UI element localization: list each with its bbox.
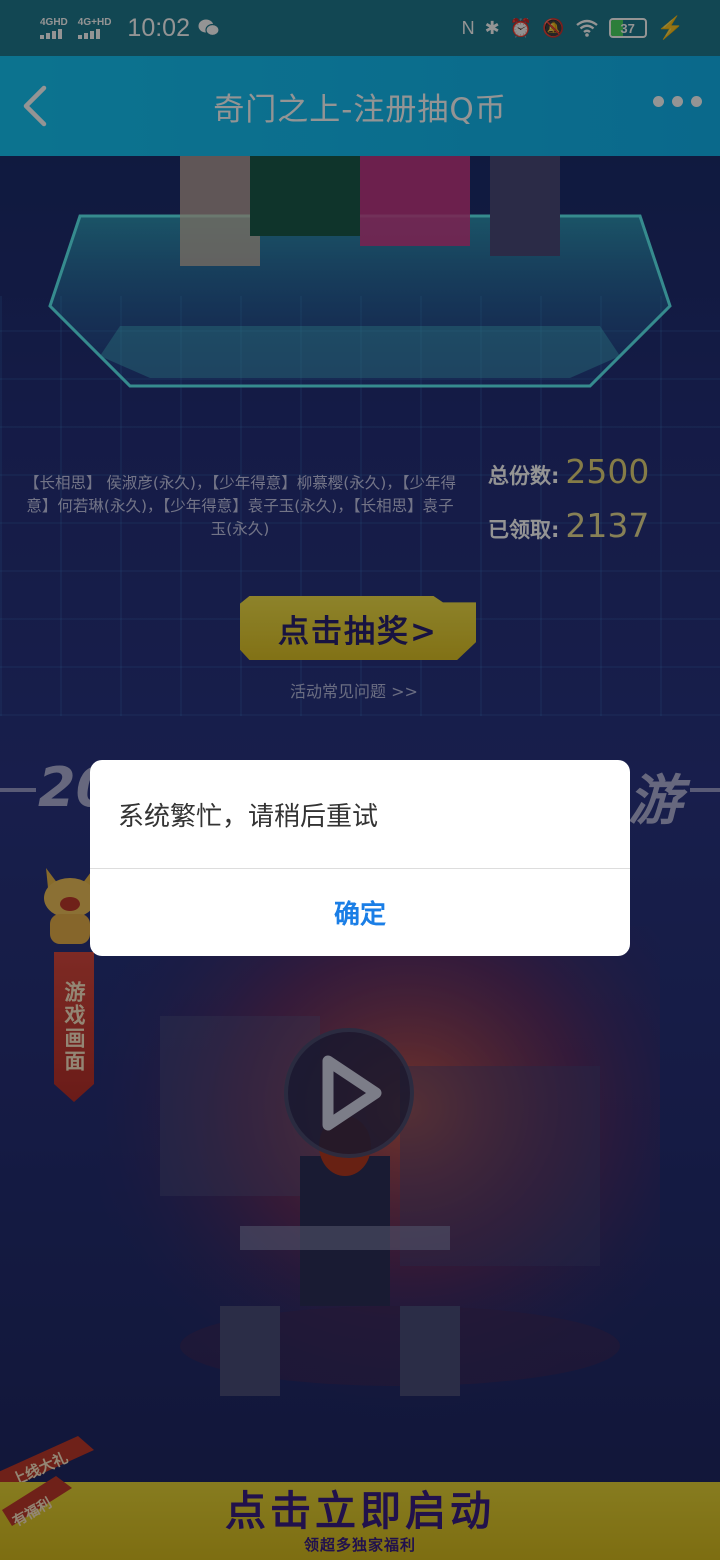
dialog-ok-button[interactable]: 确定 bbox=[90, 869, 630, 956]
alert-dialog: 系统繁忙，请稍后重试 确定 bbox=[90, 760, 630, 956]
dialog-message: 系统繁忙，请稍后重试 bbox=[118, 802, 379, 832]
